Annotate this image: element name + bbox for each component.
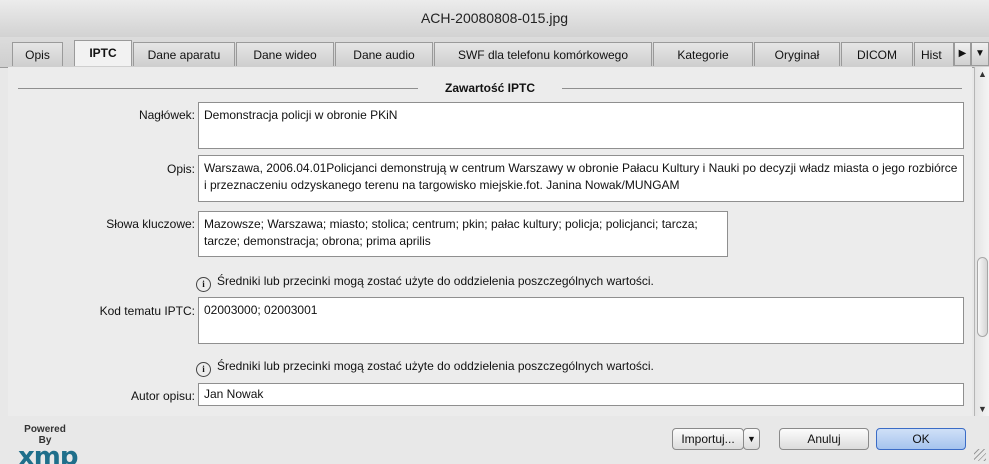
tab-swf[interactable]: SWF dla telefonu komórkowego [434, 42, 652, 66]
subject-hint-text: Średniki lub przecinki mogą zostać użyte… [217, 359, 654, 373]
scroll-up-icon[interactable]: ▲ [978, 69, 987, 79]
tab-iptc[interactable]: IPTC [74, 40, 132, 66]
tab-historia[interactable]: Hist [914, 42, 954, 66]
tab-bar: Opis IPTC Dane aparatu Dane wideo Dane a… [0, 37, 989, 68]
subject-code-label: Kod tematu IPTC: [99, 304, 195, 318]
resize-grip-icon[interactable] [974, 449, 986, 461]
triangle-down-icon: ▼ [747, 434, 756, 444]
keywords-field[interactable]: Mazowsze; Warszawa; miasto; stolica; cen… [198, 211, 728, 257]
tabs-next-button[interactable]: ▶ [954, 42, 971, 66]
author-label: Autor opisu: [130, 389, 195, 403]
tab-dane-wideo[interactable]: Dane wideo [236, 42, 334, 66]
keywords-hint: i Średniki lub przecinki mogą zostać użyt… [196, 274, 654, 292]
ok-button[interactable]: OK [876, 428, 966, 450]
author-field[interactable]: Jan Nowak [198, 383, 964, 406]
tab-dicom[interactable]: DICOM [841, 42, 913, 66]
cancel-button[interactable]: Anuluj [779, 428, 869, 450]
tab-opis[interactable]: Opis [12, 42, 63, 66]
dialog-footer: Powered By xmp Importuj... ▼ Anuluj OK [0, 416, 989, 464]
iptc-panel: Zawartość IPTC Nagłówek: Demonstracja po… [8, 67, 972, 416]
tabs-menu-button[interactable]: ▼ [971, 42, 989, 66]
description-label: Opis: [166, 162, 195, 176]
keywords-label: Słowa kluczowe: [106, 217, 195, 231]
headline-label: Nagłówek: [138, 108, 195, 122]
triangle-right-icon: ▶ [958, 48, 967, 59]
tab-dane-aparatu[interactable]: Dane aparatu [133, 42, 235, 66]
window-title: ACH-20080808-015.jpg [420, 10, 569, 26]
file-info-dialog: ACH-20080808-015.jpg Opis IPTC Dane apar… [0, 0, 989, 464]
xmp-logo: Powered By xmp [18, 424, 78, 464]
section-header: Zawartość IPTC [18, 81, 962, 95]
title-bar: ACH-20080808-015.jpg [0, 0, 989, 38]
description-field[interactable]: Warszawa, 2006.04.01Policjanci demonstru… [198, 155, 964, 202]
import-button[interactable]: Importuj... [672, 428, 744, 450]
xmp-logo-text: xmp [18, 442, 78, 464]
section-divider-right [562, 88, 962, 89]
scroll-thumb[interactable] [977, 257, 988, 337]
triangle-down-icon: ▼ [975, 48, 985, 59]
info-icon: i [196, 362, 211, 377]
import-menu-button[interactable]: ▼ [743, 428, 760, 450]
keywords-hint-text: Średniki lub przecinki mogą zostać użyte… [217, 274, 654, 288]
subject-code-field[interactable]: 02003000; 02003001 [198, 297, 964, 344]
info-icon: i [196, 277, 211, 292]
scroll-down-icon[interactable]: ▼ [978, 404, 987, 414]
headline-field[interactable]: Demonstracja policji w obronie PKiN [198, 102, 964, 149]
tab-oryginal[interactable]: Oryginał [754, 42, 840, 66]
tab-dane-audio[interactable]: Dane audio [335, 42, 433, 66]
vertical-scrollbar[interactable]: ▲ ▼ [974, 67, 989, 416]
tab-kategorie[interactable]: Kategorie [653, 42, 753, 66]
subject-hint: i Średniki lub przecinki mogą zostać użyt… [196, 359, 654, 377]
